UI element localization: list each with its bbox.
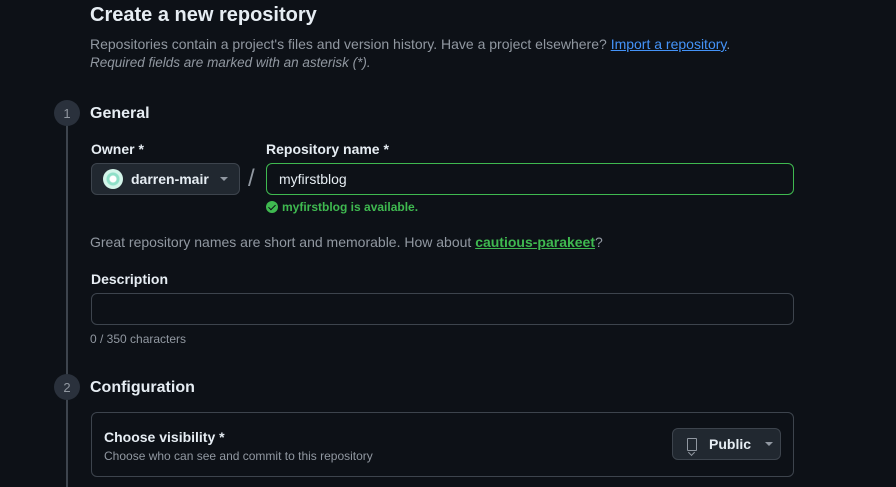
suggested-name-link[interactable]: cautious-parakeet xyxy=(475,234,595,250)
import-repository-link[interactable]: Import a repository xyxy=(611,36,727,52)
visibility-dropdown[interactable]: Public xyxy=(672,428,781,460)
repository-name-label: Repository name * xyxy=(266,141,389,157)
description-label: Description xyxy=(91,271,169,287)
visibility-panel: Choose visibility * Choose who can see a… xyxy=(91,412,794,477)
check-circle-icon xyxy=(266,201,278,213)
repo-icon xyxy=(687,437,697,451)
step-number-1: 1 xyxy=(54,100,80,126)
steps-timeline xyxy=(66,112,68,487)
owner-name: darren-mair xyxy=(131,171,209,187)
step-number-2: 2 xyxy=(54,374,80,400)
avatar xyxy=(103,169,123,189)
description-char-count: 0 / 350 characters xyxy=(90,332,187,346)
section-title-configuration: Configuration xyxy=(90,379,195,396)
name-suggestion: Great repository names are short and mem… xyxy=(90,234,603,250)
availability-message: myfirstblog is available. xyxy=(266,200,418,214)
visibility-title: Choose visibility * xyxy=(104,429,225,445)
visibility-subtitle: Choose who can see and commit to this re… xyxy=(104,449,373,463)
chevron-down-icon xyxy=(765,442,774,446)
repository-name-input[interactable] xyxy=(266,163,794,195)
chevron-down-icon xyxy=(219,177,228,181)
visibility-value: Public xyxy=(709,436,752,452)
section-title-general: General xyxy=(90,105,150,122)
required-fields-note: Required fields are marked with an aster… xyxy=(90,55,371,70)
owner-repo-separator: / xyxy=(248,165,255,192)
page-title: Create a new repository xyxy=(90,4,317,26)
owner-dropdown[interactable]: darren-mair xyxy=(91,163,240,195)
description-input[interactable] xyxy=(91,293,794,325)
owner-label: Owner * xyxy=(91,141,144,157)
intro-text: Repositories contain a project's files a… xyxy=(90,36,731,52)
